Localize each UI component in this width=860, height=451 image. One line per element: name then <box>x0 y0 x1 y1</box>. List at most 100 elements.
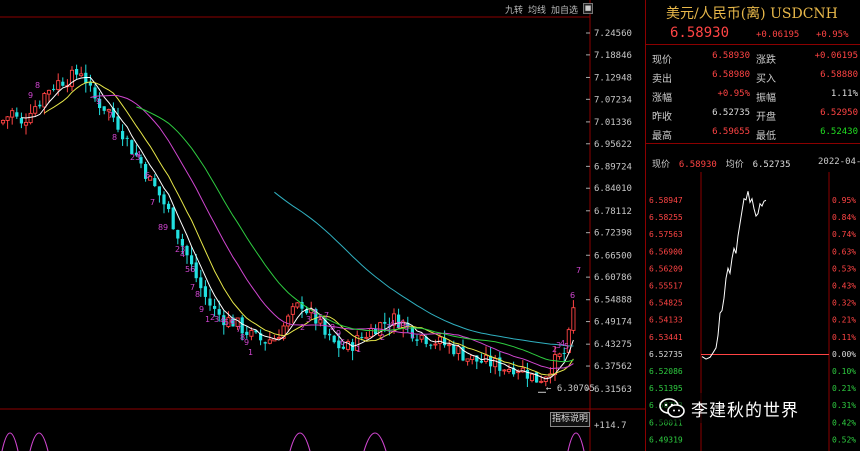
nine-turn-label: 4 <box>312 308 317 317</box>
quote-value: 6.58980 <box>712 70 750 80</box>
mini-price-label: 6.49319 <box>649 435 683 444</box>
candle-up <box>46 89 52 95</box>
mini-pct-label: 0.95% <box>832 196 856 205</box>
candle-down <box>157 186 161 196</box>
price-axis-label: 7.18846 <box>594 51 632 61</box>
nine-turn-label: 8 <box>35 81 40 90</box>
quote-value: 6.58930 <box>712 51 750 61</box>
intraday-avg-label: 均价 <box>725 160 744 170</box>
mini-pct-label: 0.11% <box>832 333 856 342</box>
candle-down <box>125 137 129 139</box>
kline-chart[interactable]: 7.24560 7.18846 7.12948 7.07234 7.01336 6.956… <box>0 0 645 451</box>
mini-pct-label: 0.52% <box>832 435 856 444</box>
candle-down <box>429 344 433 346</box>
candle-down <box>171 207 175 230</box>
price-axis-label: 6.72398 <box>594 229 632 239</box>
indicator-axis-label: +114.7 <box>594 421 627 431</box>
candle-down <box>116 116 120 130</box>
candle-down <box>185 245 189 256</box>
mini-pct-label: 0.32% <box>832 299 856 308</box>
mini-price-label: 6.56209 <box>649 264 683 273</box>
quote-value: +0.06195 <box>814 51 858 61</box>
quote-label: 最高 <box>652 131 672 142</box>
quote-value: 6.59655 <box>712 127 750 137</box>
nine-turn-label: 2 <box>380 333 385 342</box>
nine-turn-label: 8 <box>112 133 117 142</box>
candle-up <box>79 73 84 77</box>
candle-down <box>443 337 447 346</box>
mini-pct-label: 0.53% <box>832 264 856 273</box>
nine-turn-label: 7 <box>108 111 113 120</box>
period-low-value: 6.30705 <box>556 384 595 394</box>
candle-down <box>61 81 65 86</box>
nine-turn-label: 5 <box>564 342 569 351</box>
nine-turn-label: 5 <box>224 318 229 327</box>
price-axis-label: 7.24560 <box>594 29 632 39</box>
candle-down <box>176 229 180 239</box>
candle-down <box>535 372 539 383</box>
mini-price-label: 6.54133 <box>649 316 683 325</box>
app-window: 7.24560 7.18846 7.12948 7.07234 7.01336 6.956… <box>0 0 860 451</box>
period-low-label: ← 6.30705 <box>546 384 595 394</box>
nine-turn-label: 9 <box>96 97 101 106</box>
quote-label: 现价 <box>652 55 672 66</box>
quote-row: 涨幅 +0.95% 振幅 1.11% <box>652 89 858 105</box>
chart-menu-icon[interactable]: ■ <box>583 3 594 14</box>
candle-down <box>153 178 157 187</box>
candle-down <box>213 305 217 309</box>
indicator-help-button[interactable]: 指标说明 <box>550 412 590 427</box>
add-watchlist-button[interactable]: 加自选 <box>551 3 578 16</box>
nine-turn-label: 9 <box>336 329 341 338</box>
mini-price-label: 6.57563 <box>649 230 683 239</box>
mini-price-label: 6.58255 <box>649 213 683 222</box>
moving-average-button[interactable]: 均线 <box>528 3 546 16</box>
price-axis-label: 6.49174 <box>594 318 632 328</box>
mini-pct-label: 0.31% <box>832 401 856 410</box>
intraday-price-label: 现价 <box>652 160 671 170</box>
nine-turn-label: 7 <box>324 311 329 320</box>
quote-value: 6.52950 <box>820 108 858 118</box>
mini-pct-label: 0.43% <box>832 282 856 291</box>
change-value: +0.06195 <box>756 30 800 40</box>
intraday-header: 现价 6.58930 均价 6.52735 2022-04-25 <box>652 157 860 170</box>
candle-up <box>290 306 295 315</box>
price-axis-label: 7.12948 <box>594 73 632 83</box>
quote-row: 昨收 6.52735 开盘 6.52950 <box>652 108 858 124</box>
candle-down <box>328 333 332 336</box>
candle-down <box>167 203 171 210</box>
nine-turn-label: 4 <box>390 319 395 328</box>
candle-up <box>286 315 291 327</box>
divider <box>646 143 860 144</box>
mini-pct-label: 0.84% <box>832 213 856 222</box>
quote-label: 卖出 <box>652 74 672 85</box>
quote-label: 涨幅 <box>652 93 672 104</box>
candle-up <box>295 302 300 308</box>
candle-down <box>479 360 483 363</box>
quote-row: 现价 6.58930 涨跌 +0.06195 <box>652 51 858 67</box>
price-axis-label: 6.31563 <box>594 385 632 395</box>
candle-down <box>162 194 166 205</box>
price-axis-label: 7.07234 <box>594 95 632 105</box>
nine-turn-label: 4 <box>136 150 141 159</box>
nine-turn-label: 8 <box>330 323 335 332</box>
candle-up <box>447 344 452 347</box>
mini-price-label: 6.58947 <box>649 196 683 205</box>
chart-toolbar: 九转 均线 加自选 ■ <box>505 3 594 16</box>
candle-up <box>465 358 470 362</box>
mini-price-label: 6.55517 <box>649 282 683 291</box>
mini-price-label: 6.52735 <box>649 350 683 359</box>
mini-pct-label: 0.10% <box>832 367 856 376</box>
price-axis-label: 6.60786 <box>594 273 632 283</box>
candle-up <box>23 121 29 126</box>
watermark: 李建秋的世界 <box>655 393 803 423</box>
quote-label: 开盘 <box>756 112 776 123</box>
candle-up <box>276 337 282 339</box>
candle-down <box>341 346 345 349</box>
nine-turn-label: 9 <box>404 323 409 332</box>
price-axis-label: 6.84010 <box>594 184 632 194</box>
nine-turn-label: 9 <box>199 305 204 314</box>
nine-turn-label: 4 <box>180 250 185 259</box>
quote-label: 买入 <box>756 74 776 85</box>
nine-turn-label: 6 <box>340 338 345 347</box>
nine-turn-button[interactable]: 九转 <box>505 3 523 16</box>
